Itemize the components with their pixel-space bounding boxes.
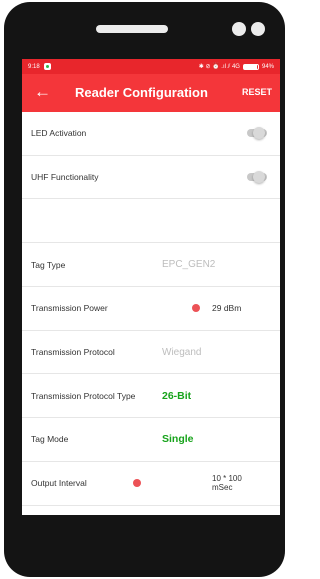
- camera-dot: [232, 22, 246, 36]
- status-bar: 9:18 ✱ ⊘ ⏰ .ıl ⫽ 4G 94%: [22, 59, 280, 74]
- uhf-functionality-label: UHF Functionality: [31, 172, 99, 183]
- toggle-knob: [253, 171, 265, 184]
- transmission-power-label: Transmission Power: [31, 303, 108, 314]
- status-time: 9:18: [28, 63, 40, 70]
- transmission-protocol-type-value[interactable]: 26-Bit: [162, 390, 191, 402]
- app-screen: 9:18 ✱ ⊘ ⏰ .ıl ⫽ 4G 94% ← Reader Configu…: [22, 59, 280, 515]
- transmission-protocol-value[interactable]: Wiegand: [162, 347, 201, 358]
- uhf-functionality-toggle[interactable]: [247, 171, 267, 184]
- transmission-protocol-label: Transmission Protocol: [31, 347, 115, 358]
- setting-output-interval[interactable]: Output Interval 10 * 100 mSec: [22, 462, 280, 506]
- output-interval-label: Output Interval: [31, 478, 87, 489]
- reset-button[interactable]: RESET: [242, 87, 272, 97]
- output-interval-value-line2: mSec: [212, 483, 233, 493]
- battery-percent: 94%: [261, 63, 274, 70]
- tag-mode-label: Tag Mode: [31, 434, 69, 445]
- setting-uhf-functionality[interactable]: UHF Functionality: [22, 156, 280, 200]
- tag-type-value[interactable]: EPC_GEN2: [162, 259, 215, 270]
- setting-transmission-protocol[interactable]: Transmission Protocol Wiegand: [22, 331, 280, 375]
- setting-transmission-power[interactable]: Transmission Power 29 dBm: [22, 287, 280, 331]
- led-activation-toggle[interactable]: [247, 127, 267, 140]
- toggle-knob: [253, 127, 265, 140]
- transmission-power-slider-thumb[interactable]: [192, 304, 200, 313]
- setting-tag-mode[interactable]: Tag Mode Single: [22, 418, 280, 462]
- status-icons: ✱ ⊘ ⏰ .ıl ⫽ 4G: [198, 63, 240, 70]
- led-activation-label: LED Activation: [31, 128, 87, 139]
- transmission-protocol-type-label: Transmission Protocol Type: [31, 390, 136, 401]
- back-arrow-icon[interactable]: ←: [34, 83, 51, 101]
- tag-type-label: Tag Type: [31, 259, 66, 270]
- app-bar: ← Reader Configuration RESET: [22, 74, 280, 112]
- page-title: Reader Configuration: [75, 85, 208, 100]
- speaker-grille: [96, 25, 168, 33]
- settings-list: LED Activation UHF Functionality Tag Typ…: [22, 112, 280, 506]
- sensor-dot: [251, 22, 265, 36]
- output-interval-value: 10 * 100 mSec: [212, 474, 258, 492]
- empty-row: [22, 199, 280, 244]
- setting-tag-type[interactable]: Tag Type EPC_GEN2: [22, 243, 280, 288]
- output-interval-slider-thumb[interactable]: [133, 479, 141, 488]
- phone-frame: 9:18 ✱ ⊘ ⏰ .ıl ⫽ 4G 94% ← Reader Configu…: [4, 2, 285, 577]
- output-interval-value-line1: 10 * 100: [212, 474, 242, 484]
- transmission-power-value: 29 dBm: [212, 303, 242, 314]
- tag-mode-value[interactable]: Single: [162, 433, 194, 445]
- setting-transmission-protocol-type[interactable]: Transmission Protocol Type 26-Bit: [22, 374, 280, 419]
- setting-led-activation[interactable]: LED Activation: [22, 112, 280, 156]
- battery-icon: [242, 63, 259, 70]
- notification-icon: [43, 63, 51, 70]
